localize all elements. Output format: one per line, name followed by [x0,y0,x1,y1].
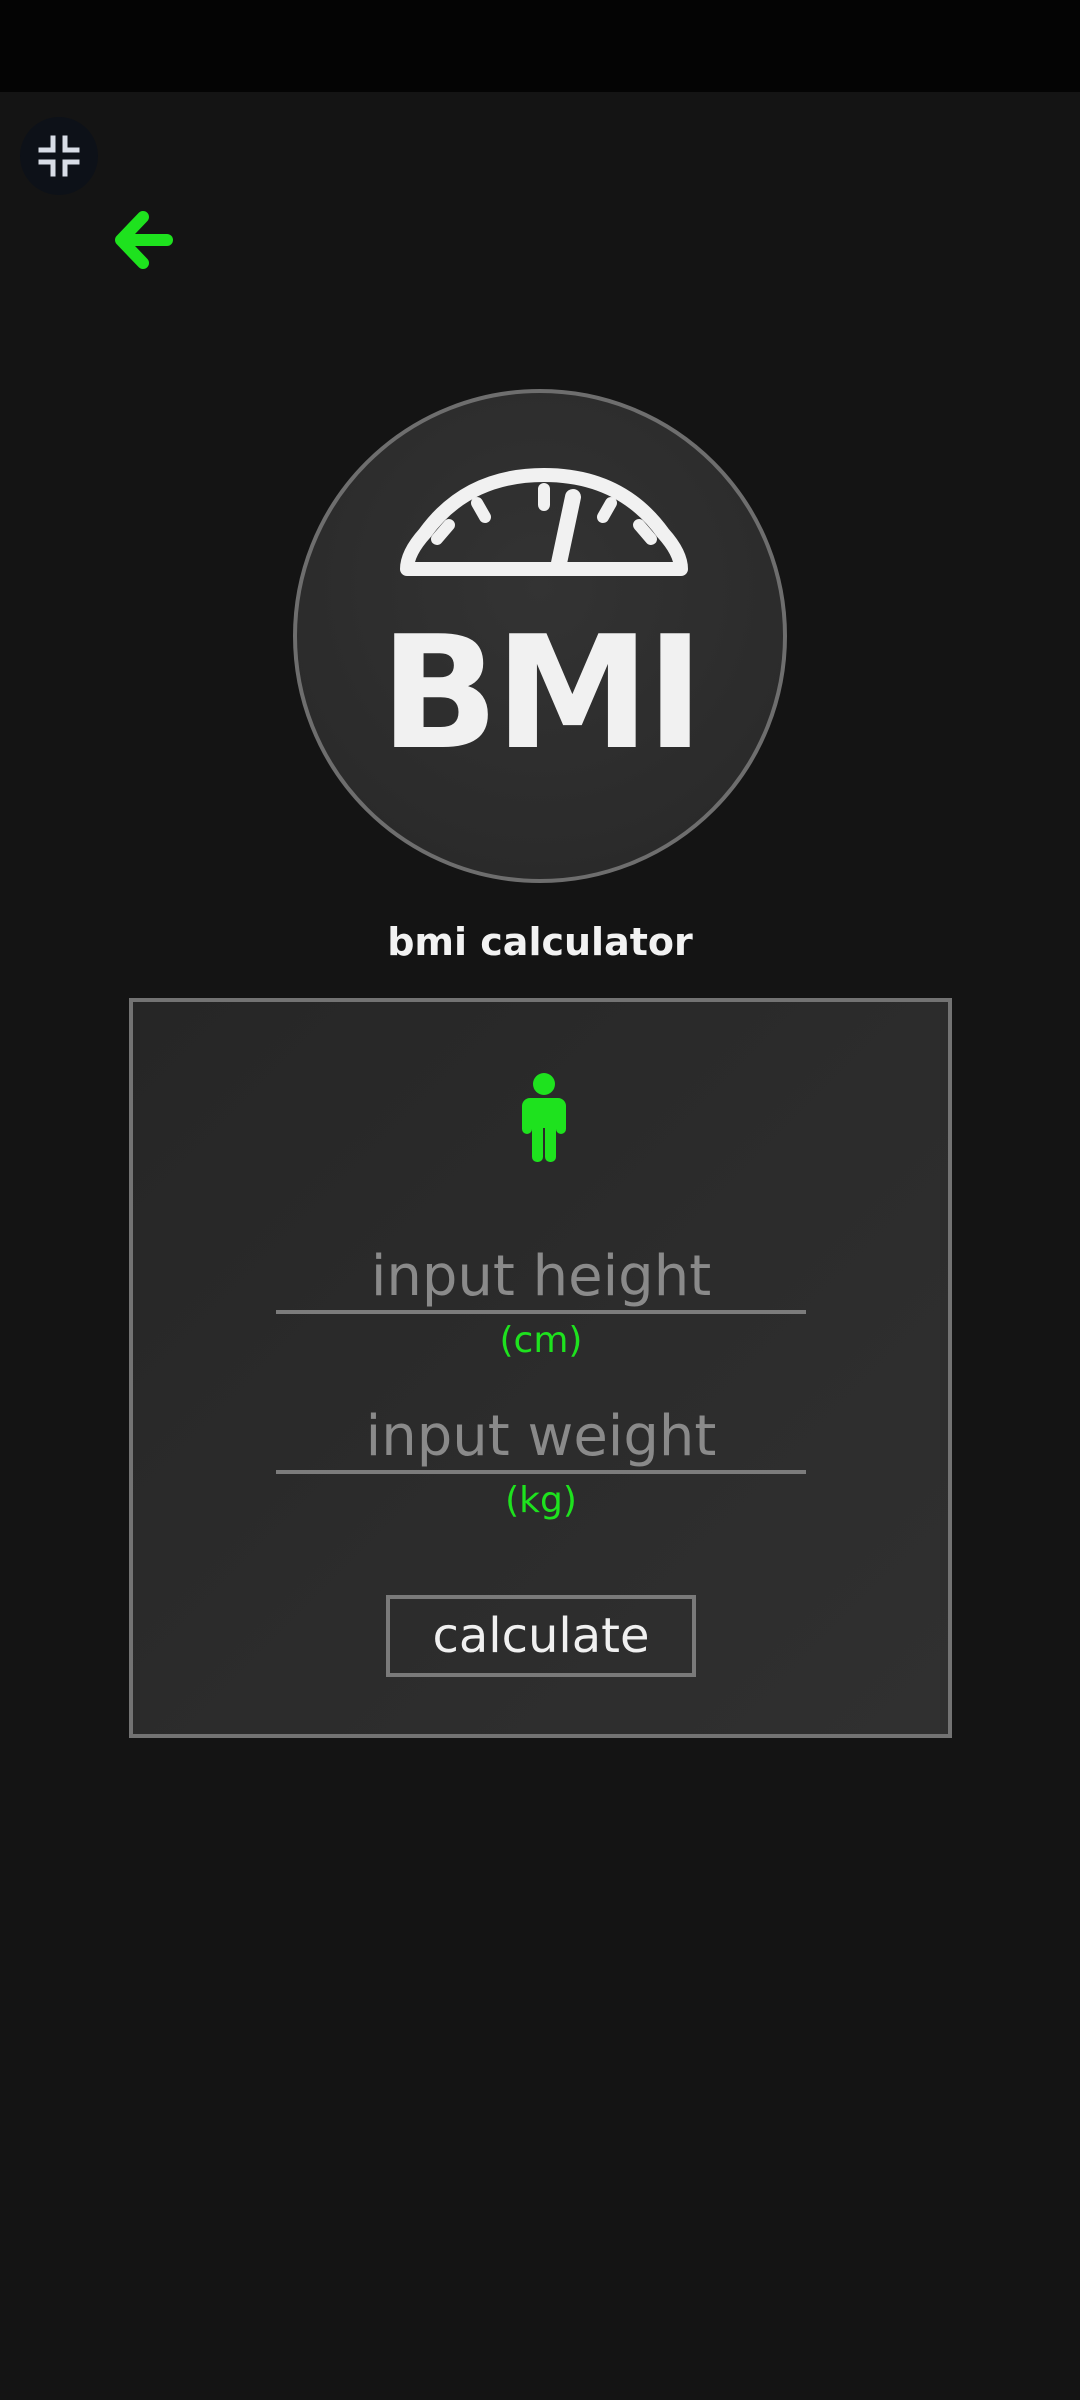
height-input[interactable] [276,1242,806,1314]
weight-field-group: (kg) [276,1402,806,1521]
status-bar [0,0,1080,92]
weight-input[interactable] [276,1402,806,1474]
bmi-form-card: (cm) (kg) calculate [129,998,952,1738]
exit-fullscreen-button[interactable] [20,117,98,195]
arrow-left-icon [115,211,173,269]
bmi-logo: BMI [293,389,787,883]
height-unit-label: (cm) [499,1320,583,1361]
height-field-group: (cm) [276,1242,806,1361]
exit-fullscreen-icon [38,135,80,177]
calculate-button[interactable]: calculate [386,1595,696,1677]
back-button[interactable] [104,200,184,280]
person-icon [522,1073,566,1162]
weight-unit-label: (kg) [505,1480,577,1521]
logo-text: BMI [379,602,704,784]
page-title: bmi calculator [387,920,693,964]
